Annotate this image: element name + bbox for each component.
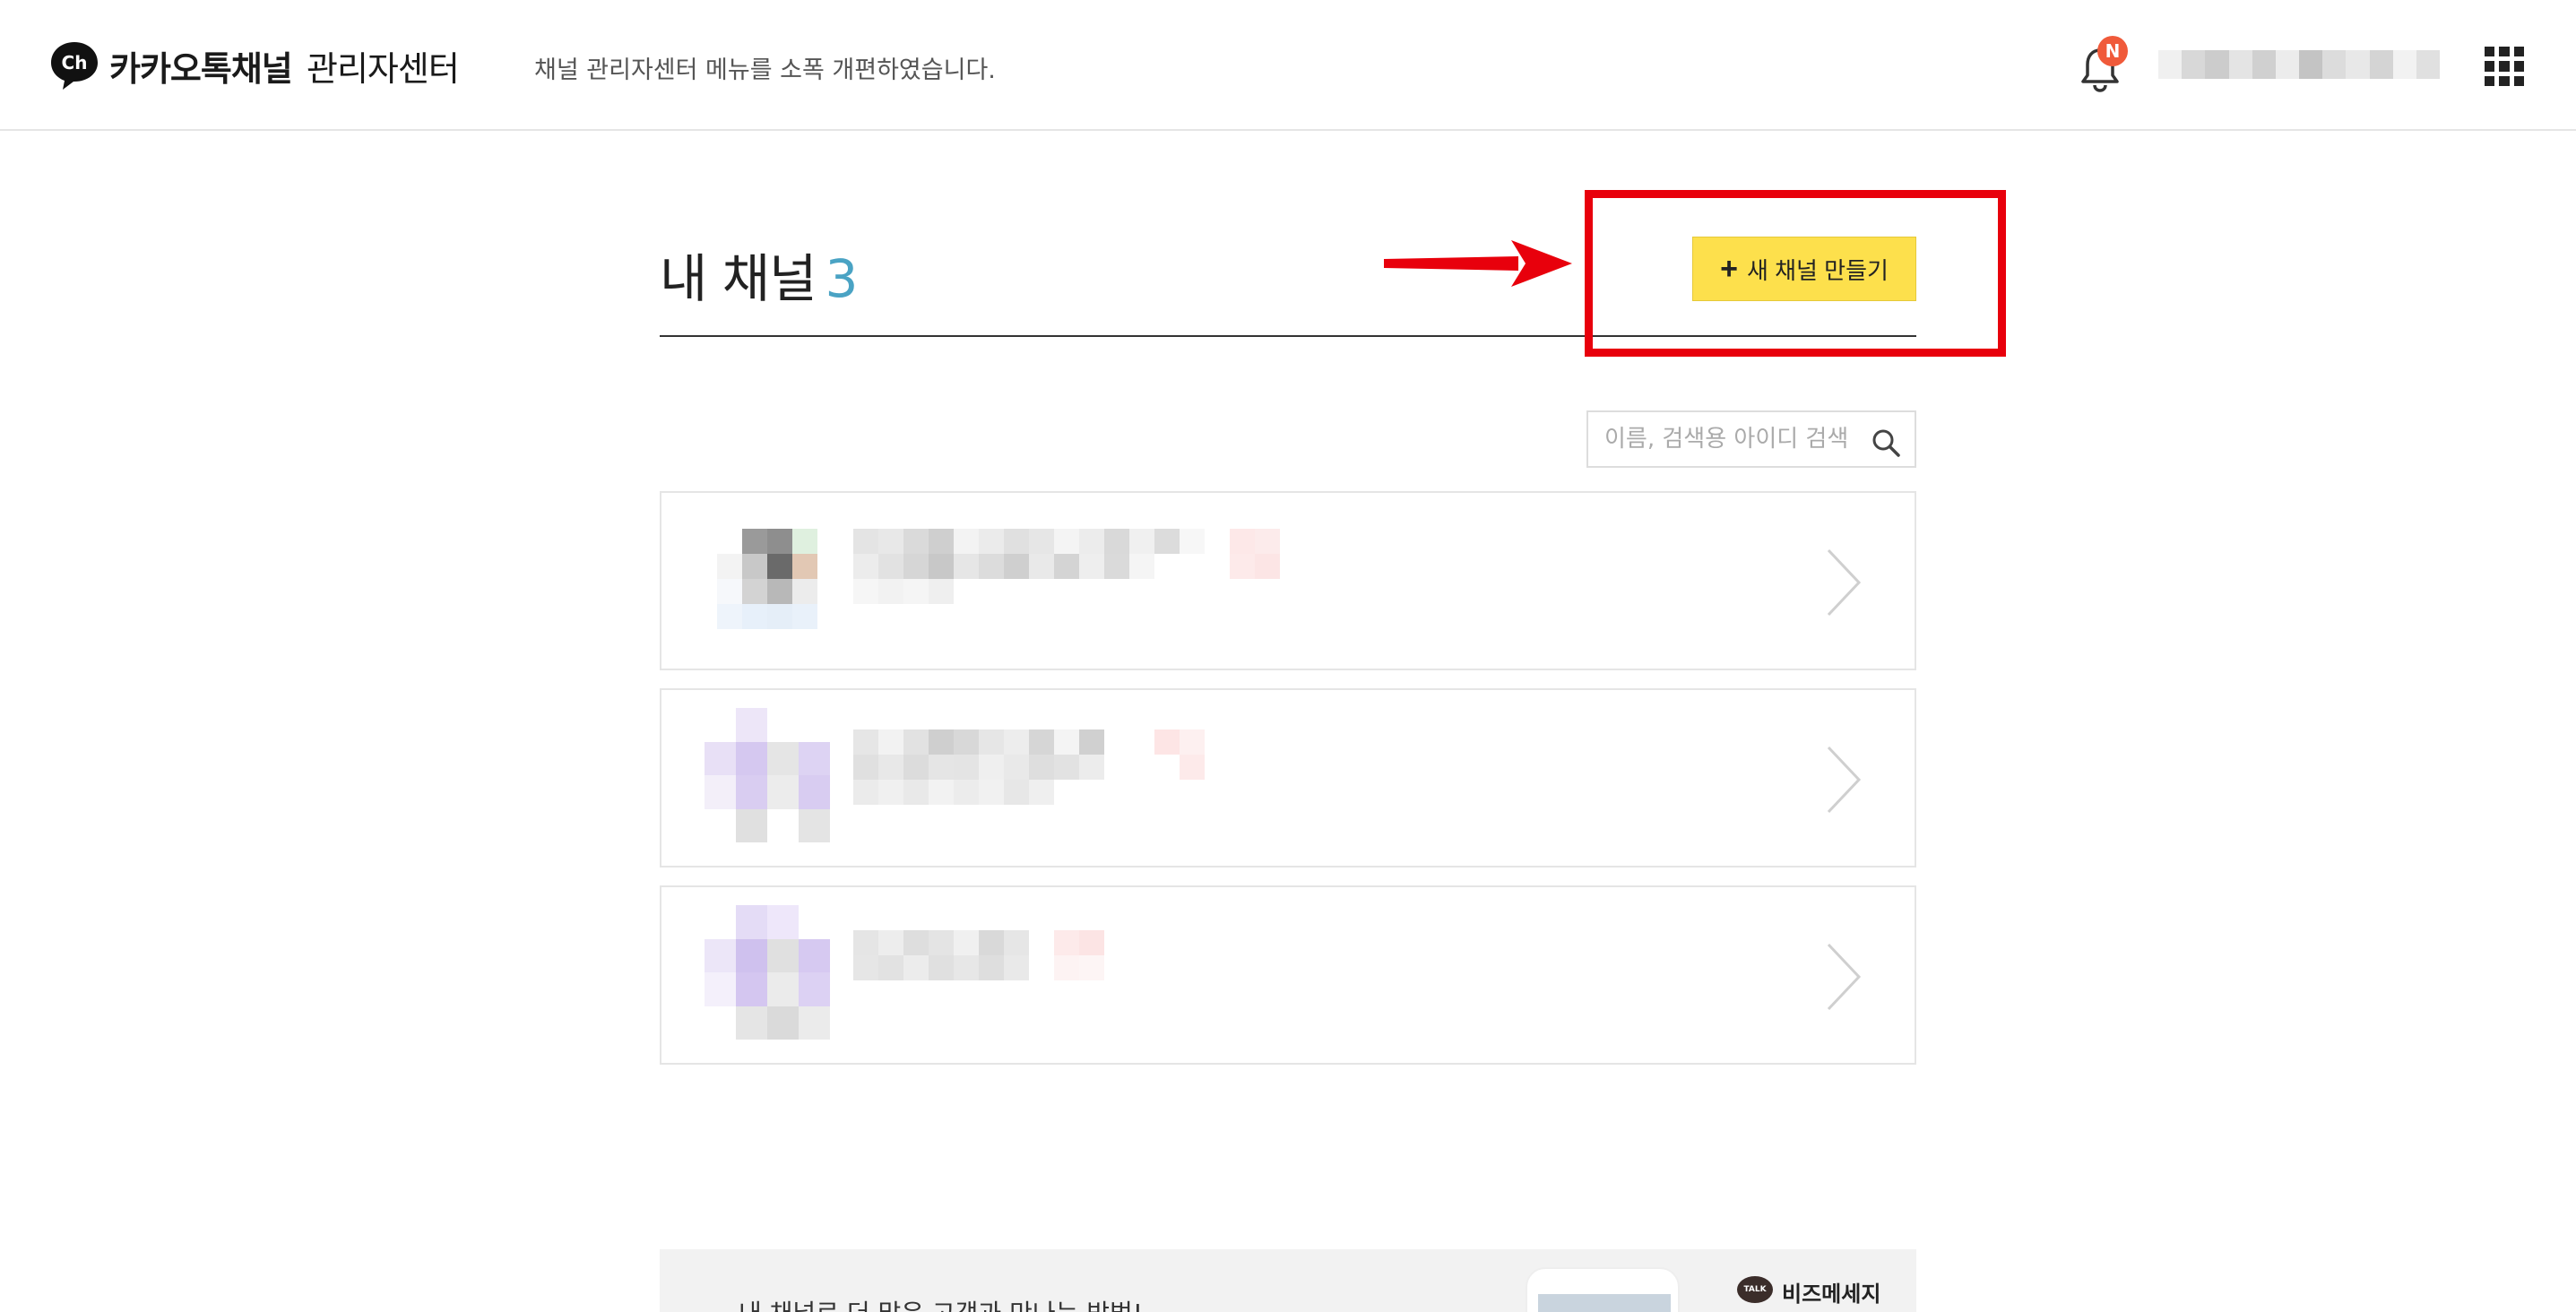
promo-banner[interactable]: 내 채널로 더 많은 고객과 만나는 방법! TALK 비즈메세지	[660, 1249, 1916, 1312]
header-notice[interactable]: 채널 관리자센터 메뉴를 소폭 개편하였습니다.	[534, 50, 996, 85]
channel-avatar-redacted	[705, 708, 830, 842]
page-title: 내 채널 3	[660, 237, 859, 312]
account-name-redacted[interactable]	[2158, 50, 2441, 79]
channel-id-redacted	[853, 554, 1280, 579]
channel-name-redacted	[853, 930, 1104, 955]
chevron-right-icon[interactable]	[1823, 941, 1864, 1013]
channel-meta-redacted	[853, 780, 1054, 805]
phone-screen	[1538, 1294, 1671, 1312]
channel-avatar-redacted	[717, 529, 817, 629]
channel-row[interactable]	[660, 885, 1916, 1065]
channel-id-redacted	[853, 755, 1205, 780]
search-input[interactable]	[1604, 421, 1864, 457]
channel-row[interactable]	[660, 491, 1916, 670]
kakao-channel-logo-icon[interactable]: Ch	[48, 39, 100, 91]
bizmessage-label: 비즈메세지	[1782, 1282, 1881, 1307]
apps-grid-icon[interactable]	[2485, 47, 2524, 86]
chevron-right-icon[interactable]	[1823, 744, 1864, 816]
channel-count: 3	[825, 248, 859, 309]
top-header: Ch 카카오톡채널 관리자센터 채널 관리자센터 메뉴를 소폭 개편하였습니다.…	[0, 0, 2576, 131]
plus-icon: +	[1720, 252, 1738, 286]
chevron-right-icon[interactable]	[1823, 547, 1864, 618]
annotation-arrow-icon	[1384, 240, 1572, 287]
new-channel-button-label: 새 채널 만들기	[1746, 256, 1889, 284]
channel-row[interactable]	[660, 688, 1916, 867]
notification-badge: N	[2097, 36, 2128, 66]
svg-text:Ch: Ch	[62, 52, 88, 73]
phone-illustration	[1526, 1267, 1680, 1312]
channel-avatar-redacted	[705, 905, 830, 1040]
new-channel-button[interactable]: + 새 채널 만들기	[1692, 237, 1916, 301]
search-icon[interactable]	[1870, 427, 1902, 459]
channel-name-redacted	[853, 529, 1280, 554]
logo-subtitle[interactable]: 관리자센터	[307, 41, 460, 91]
channel-search	[1586, 410, 1916, 468]
talk-logo-icon: TALK	[1737, 1276, 1773, 1303]
channel-name-redacted	[853, 729, 1205, 755]
channel-id-redacted	[853, 955, 1104, 980]
page-title-text: 내 채널	[660, 248, 817, 309]
promo-banner-text: 내 채널로 더 많은 고객과 만나는 방법!	[739, 1294, 1143, 1312]
channel-meta-redacted	[853, 579, 954, 604]
logo-text[interactable]: 카카오톡채널	[109, 41, 293, 91]
